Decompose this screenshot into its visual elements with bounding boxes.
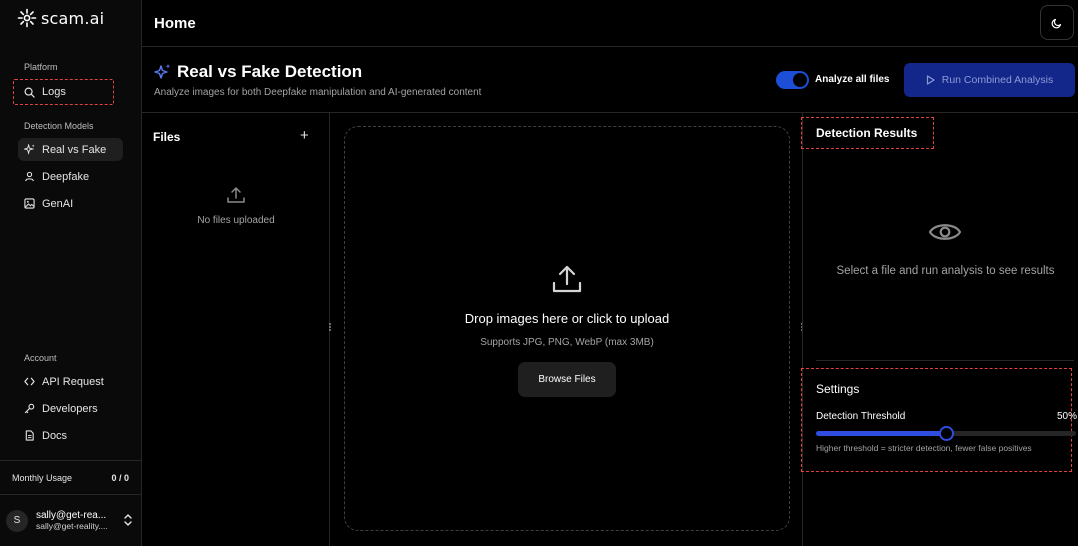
usage-label: Monthly Usage [12,472,73,483]
results-empty-text: Select a file and run analysis to see re… [836,265,1055,277]
threshold-help-text: Higher threshold = stricter detection, f… [816,443,1032,453]
sidebar-item-api-request[interactable]: API Request [18,370,123,393]
moon-icon [1051,18,1062,28]
theme-toggle-button[interactable] [1040,5,1074,40]
detection-header: Real vs Fake Detection Analyze images fo… [142,47,1078,113]
settings-section: Settings Detection Threshold 50% Higher … [801,368,1077,472]
detection-results-title: Detection Results [801,117,934,149]
upload-icon [552,265,582,293]
chevrons-up-down-icon [124,514,132,526]
image-icon [24,198,35,209]
upload-icon [227,187,245,203]
sparkles-icon [154,64,171,79]
slider-fill [816,431,946,436]
account-section-label: Account [24,353,57,363]
user-email: sally@get-reality.... [36,521,108,531]
files-title: Files [153,130,181,144]
threshold-label: Detection Threshold [816,411,906,422]
threshold-slider[interactable] [816,426,1076,441]
run-button-label: Run Combined Analysis [941,74,1054,86]
dropzone-title: Drop images here or click to upload [464,311,670,326]
files-resize-handle[interactable] [328,322,332,332]
usage-value: 0 / 0 [111,472,129,483]
browse-files-button[interactable]: Browse Files [518,362,616,397]
sparkles-icon [24,144,35,155]
sidebar-item-docs[interactable]: Docs [18,424,123,447]
no-files-text: No files uploaded [197,215,275,226]
sidebar-item-label: Real vs Fake [42,143,107,156]
sidebar-item-label: GenAI [42,197,74,210]
user-icon [25,171,34,182]
analyze-all-toggle[interactable] [776,71,809,89]
add-file-button[interactable]: + [300,127,309,144]
user-menu[interactable]: S sally@get-rea... sally@get-reality.... [0,494,141,546]
platform-section-label: Platform [24,62,58,72]
files-panel: Files + No files uploaded [142,113,330,546]
upload-dropzone[interactable]: Drop images here or click to upload Supp… [344,126,790,531]
sidebar-item-label: Docs [42,429,68,442]
divider [816,360,1074,361]
sidebar-item-genai[interactable]: GenAI [18,192,123,215]
key-icon [24,403,35,414]
toggle-knob [793,73,807,87]
sidebar-item-label: Developers [42,402,98,415]
detection-title: Real vs Fake Detection [177,62,363,81]
threshold-value: 50% [1056,411,1077,422]
settings-title: Settings [816,382,860,396]
sidebar-item-logs[interactable]: Logs [13,79,114,105]
sidebar-item-developers[interactable]: Developers [18,397,123,420]
slider-thumb[interactable] [939,426,954,441]
play-icon [926,75,935,85]
topbar: Home [142,0,1078,47]
analyze-all-label: Analyze all files [815,74,890,85]
run-combined-analysis-button[interactable]: Run Combined Analysis [904,63,1075,97]
sidebar: scam.ai Platform Logs Detection Models R… [0,0,142,546]
detection-models-section-label: Detection Models [24,121,94,131]
avatar: S [6,509,28,532]
logo-text: scam.ai [41,8,105,28]
page-title: Home [154,15,196,32]
user-name: sally@get-rea... [36,510,107,521]
sidebar-item-label: API Request [42,375,104,388]
sidebar-item-label: Logs [42,86,66,98]
sidebar-item-deepfake[interactable]: Deepfake [18,165,123,188]
code-icon [24,377,35,386]
logo-icon [17,8,37,28]
dropzone-subtitle: Supports JPG, PNG, WebP (max 3MB) [480,337,654,348]
detection-subtitle: Analyze images for both Deepfake manipul… [154,87,482,98]
results-panel: Detection Results Select a file and run … [801,113,1078,546]
document-icon [25,430,34,441]
sidebar-item-label: Deepfake [42,170,90,183]
search-icon [24,87,35,98]
monthly-usage: Monthly Usage 0 / 0 [0,460,141,494]
logo[interactable]: scam.ai [17,8,104,28]
sidebar-item-real-vs-fake[interactable]: Real vs Fake [18,138,123,161]
eye-icon [928,224,962,240]
